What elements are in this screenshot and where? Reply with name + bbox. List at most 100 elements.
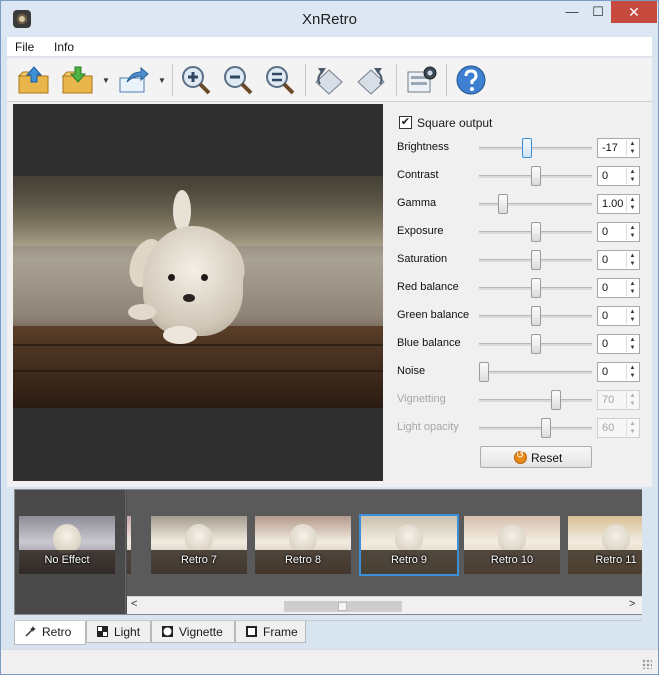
spin-down-icon[interactable]: ▼ [627, 260, 638, 268]
red-balance-label: Red balance [397, 281, 459, 293]
screen-capture-button[interactable] [404, 64, 438, 96]
rotate-left-button[interactable] [312, 64, 346, 96]
spin-down-icon[interactable]: ▼ [627, 232, 638, 240]
contrast-slider-thumb[interactable] [531, 166, 541, 186]
spin-up-icon[interactable]: ▲ [627, 308, 638, 316]
scroll-left-arrow[interactable]: < [131, 598, 137, 610]
spin-arrows-icon[interactable]: ▲ ▼ [626, 140, 638, 156]
spin-arrows-icon[interactable]: ▲ ▼ [626, 196, 638, 212]
spin-up-icon[interactable]: ▲ [627, 364, 638, 372]
tab-light[interactable]: Light [86, 621, 151, 643]
spin-up-icon[interactable]: ▲ [627, 168, 638, 176]
image-preview-panel[interactable] [13, 104, 383, 481]
tab-retro[interactable]: Retro [14, 621, 86, 645]
save-button[interactable] [61, 64, 95, 96]
blue-balance-spinbox[interactable]: 0 ▲ ▼ [597, 334, 640, 354]
title-bar[interactable]: XnRetro — ☐ ✕ [1, 1, 658, 37]
spin-up-icon[interactable]: ▲ [627, 224, 638, 232]
gamma-spinbox[interactable]: 1.00 ▲ ▼ [597, 194, 640, 214]
save-dropdown-arrow[interactable]: ▼ [102, 76, 110, 85]
frame-icon [246, 626, 257, 637]
red-balance-value: 0 [602, 282, 609, 294]
effects-horizontal-scrollbar[interactable]: < > [127, 596, 642, 614]
red-balance-spinbox[interactable]: 0 ▲ ▼ [597, 278, 640, 298]
tab-vignette[interactable]: Vignette [151, 621, 235, 643]
light-opacity-value: 60 [602, 422, 615, 434]
open-folder-icon [17, 66, 49, 94]
spin-down-icon[interactable]: ▼ [627, 344, 638, 352]
green-balance-spinbox[interactable]: 0 ▲ ▼ [597, 306, 640, 326]
spin-arrows-icon[interactable]: ▲ ▼ [626, 336, 638, 352]
share-button[interactable] [117, 64, 151, 96]
spin-up-icon[interactable]: ▲ [627, 280, 638, 288]
effect-thumbnail-retro-11[interactable]: Retro 11 [568, 516, 642, 574]
spin-arrows-icon[interactable]: ▲ ▼ [626, 224, 638, 240]
green-balance-slider-thumb[interactable] [531, 306, 541, 326]
zoom-in-button[interactable] [179, 64, 213, 96]
square-output-checkbox[interactable]: ✔ [399, 116, 412, 129]
exposure-slider-thumb[interactable] [531, 222, 541, 242]
effect-thumbnail-retro-9[interactable]: Retro 9 [361, 516, 457, 574]
saturation-slider-thumb[interactable] [531, 250, 541, 270]
brightness-spinbox[interactable]: -17 ▲ ▼ [597, 138, 640, 158]
minimize-button[interactable]: — [559, 1, 585, 23]
spin-arrows-icon[interactable]: ▲ ▼ [626, 252, 638, 268]
blue-balance-row: Blue balance 0 ▲ ▼ [397, 333, 640, 355]
spin-arrows-icon[interactable]: ▲ ▼ [626, 280, 638, 296]
spin-down-icon[interactable]: ▼ [627, 316, 638, 324]
spin-arrows-icon[interactable]: ▲ ▼ [626, 168, 638, 184]
spin-down-icon[interactable]: ▼ [627, 204, 638, 212]
effect-thumbnail-partial[interactable] [127, 516, 131, 574]
spin-up-icon[interactable]: ▲ [627, 336, 638, 344]
saturation-row: Saturation 0 ▲ ▼ [397, 249, 640, 271]
vignetting-value: 70 [602, 394, 615, 406]
spin-down-icon[interactable]: ▼ [627, 288, 638, 296]
exposure-row: Exposure 0 ▲ ▼ [397, 221, 640, 243]
help-button[interactable] [454, 64, 488, 96]
share-dropdown-arrow[interactable]: ▼ [158, 76, 166, 85]
blue-balance-label: Blue balance [397, 337, 461, 349]
gamma-slider[interactable] [479, 203, 592, 206]
close-button[interactable]: ✕ [611, 1, 657, 23]
rotate-right-button[interactable] [354, 64, 388, 96]
no-effect-thumbnail[interactable]: No Effect [19, 516, 115, 574]
menu-file[interactable]: File [15, 40, 34, 54]
saturation-spinbox[interactable]: 0 ▲ ▼ [597, 250, 640, 270]
brightness-slider[interactable] [479, 147, 592, 150]
menu-info[interactable]: Info [54, 40, 74, 54]
noise-spinbox[interactable]: 0 ▲ ▼ [597, 362, 640, 382]
open-button[interactable] [17, 64, 51, 96]
gamma-slider-thumb[interactable] [498, 194, 508, 214]
zoom-fit-button[interactable] [263, 64, 297, 96]
spin-arrows-icon[interactable]: ▲ ▼ [626, 308, 638, 324]
effects-thumbnail-list[interactable]: Retro 7 Retro 8 Retro 9 Retro 10 Retro 11 [127, 490, 642, 596]
effect-thumbnail-retro-10[interactable]: Retro 10 [464, 516, 560, 574]
light-filter-icon [97, 626, 108, 637]
reset-button[interactable]: Reset [480, 446, 592, 468]
spin-up-icon[interactable]: ▲ [627, 140, 638, 148]
effect-thumbnail-retro-8[interactable]: Retro 8 [255, 516, 351, 574]
contrast-spinbox[interactable]: 0 ▲ ▼ [597, 166, 640, 186]
maximize-button[interactable]: ☐ [585, 1, 611, 23]
spin-down-icon: ▼ [629, 429, 636, 435]
spin-arrows-icon[interactable]: ▲ ▼ [626, 364, 638, 380]
resize-grip-icon[interactable] [642, 659, 652, 669]
tab-frame[interactable]: Frame [235, 621, 306, 643]
noise-slider[interactable] [479, 371, 592, 374]
zoom-out-button[interactable] [221, 64, 255, 96]
scroll-right-arrow[interactable]: > [629, 598, 635, 610]
noise-slider-thumb[interactable] [479, 362, 489, 382]
app-window: XnRetro — ☐ ✕ File Info ▼ ▼ ✔ Square out… [0, 0, 659, 675]
spin-down-icon[interactable]: ▼ [627, 148, 638, 156]
gamma-label: Gamma [397, 197, 437, 209]
brightness-slider-thumb[interactable] [522, 138, 532, 158]
effect-thumbnail-retro-7[interactable]: Retro 7 [151, 516, 247, 574]
spin-up-icon[interactable]: ▲ [627, 252, 638, 260]
noise-value: 0 [602, 366, 609, 378]
spin-up-icon[interactable]: ▲ [627, 196, 638, 204]
spin-down-icon[interactable]: ▼ [627, 372, 638, 380]
exposure-spinbox[interactable]: 0 ▲ ▼ [597, 222, 640, 242]
red-balance-slider-thumb[interactable] [531, 278, 541, 298]
spin-down-icon[interactable]: ▼ [627, 176, 638, 184]
blue-balance-slider-thumb[interactable] [531, 334, 541, 354]
